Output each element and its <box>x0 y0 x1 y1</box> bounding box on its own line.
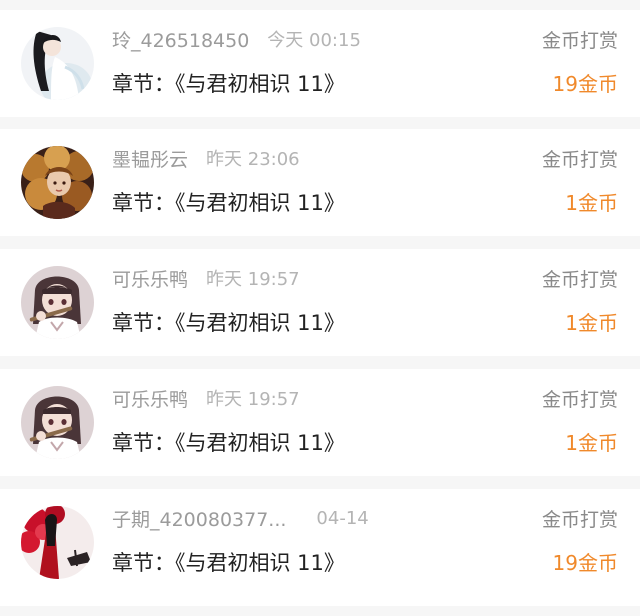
reward-record-item[interactable]: 子期_420080377... 04-14 章节：《与君初相识 11》 金币打赏… <box>0 489 640 606</box>
avatar[interactable] <box>21 386 94 459</box>
reward-amount: 1金币 <box>565 191 618 215</box>
avatar[interactable] <box>21 506 94 579</box>
reward-type-label: 金币打赏 <box>541 269 618 291</box>
avatar-girl-white-dress-icon <box>21 27 94 100</box>
reward-record-item[interactable]: 可乐乐鸭 昨天 19:57 章节：《与君初相识 11》 金币打赏 1金币 <box>0 249 640 356</box>
reward-amount: 19金币 <box>552 551 618 575</box>
username[interactable]: 墨韫彤云 <box>112 145 188 172</box>
avatar-curly-hair-girl-icon <box>21 146 94 219</box>
reward-record-item[interactable]: 可乐乐鸭 昨天 19:57 章节：《与君初相识 11》 金币打赏 1金币 <box>0 369 640 476</box>
reward-record-item[interactable]: 墨韫彤云 昨天 23:06 章节：《与君初相识 11》 金币打赏 1金币 <box>0 129 640 236</box>
reward-record-item[interactable]: 玲_426518450 今天 00:15 章节：《与君初相识 11》 金币打赏 … <box>0 10 640 117</box>
username[interactable]: 玲_426518450 <box>112 26 249 53</box>
reward-record-list: 玲_426518450 今天 00:15 章节：《与君初相识 11》 金币打赏 … <box>0 0 640 616</box>
chapter-title[interactable]: 章节：《与君初相识 11》 <box>112 307 345 337</box>
chapter-title[interactable]: 章节：《与君初相识 11》 <box>112 427 345 457</box>
reward-amount: 19金币 <box>552 72 618 96</box>
avatar[interactable] <box>21 146 94 219</box>
timestamp: 昨天 19:57 <box>206 269 300 290</box>
username[interactable]: 可乐乐鸭 <box>112 385 188 412</box>
avatar-anime-girl-flute-icon <box>21 386 94 459</box>
avatar[interactable] <box>21 266 94 339</box>
chapter-title[interactable]: 章节：《与君初相识 11》 <box>112 547 345 577</box>
reward-type-label: 金币打赏 <box>541 509 618 531</box>
reward-amount: 1金币 <box>565 311 618 335</box>
avatar[interactable] <box>21 27 94 100</box>
reward-type-label: 金币打赏 <box>541 389 618 411</box>
reward-type-label: 金币打赏 <box>541 30 618 52</box>
reward-type-label: 金币打赏 <box>541 149 618 171</box>
timestamp: 昨天 23:06 <box>206 149 300 170</box>
chapter-title[interactable]: 章节：《与君初相识 11》 <box>112 68 345 98</box>
chapter-title[interactable]: 章节：《与君初相识 11》 <box>112 187 345 217</box>
timestamp: 04-14 <box>316 507 369 529</box>
username[interactable]: 子期_420080377... <box>112 505 286 532</box>
avatar-red-robe-figure-icon <box>21 506 94 579</box>
username[interactable]: 可乐乐鸭 <box>112 265 188 292</box>
timestamp: 昨天 19:57 <box>206 389 300 410</box>
reward-amount: 1金币 <box>565 431 618 455</box>
avatar-anime-girl-flute-icon <box>21 266 94 339</box>
timestamp: 今天 00:15 <box>267 30 361 51</box>
